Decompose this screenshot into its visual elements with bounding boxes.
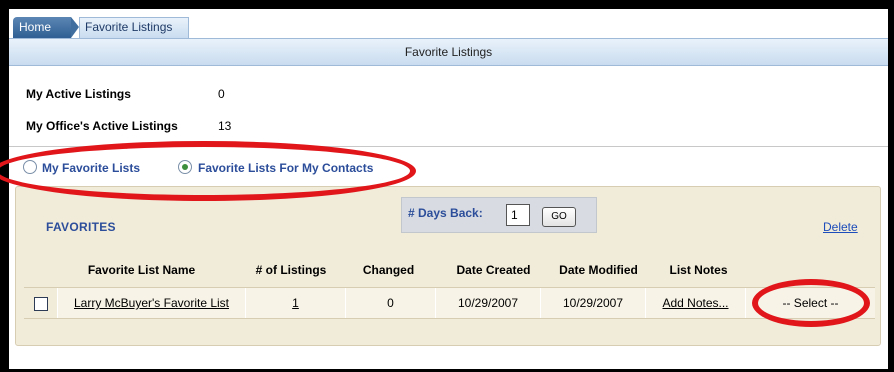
tab-home-label: Home — [19, 20, 52, 34]
my-active-listings-value: 0 — [218, 87, 225, 101]
date-created-cell: 10/29/2007 — [436, 288, 541, 318]
column-header-list-notes: List Notes — [669, 263, 728, 277]
favorites-heading: FAVORITES — [46, 220, 116, 234]
divider — [9, 146, 888, 147]
changed-cell: 0 — [346, 288, 436, 318]
list-name-cell: Larry McBuyer's Favorite List — [58, 288, 246, 318]
row-checkbox[interactable] — [34, 297, 48, 311]
listings-count-cell: 1 — [246, 288, 346, 318]
tab-favorite-listings[interactable]: Favorite Listings — [79, 17, 189, 38]
tab-bar: Home Favorite Listings — [9, 9, 888, 38]
action-select[interactable]: -- Select -- — [782, 296, 838, 310]
office-active-listings-value: 13 — [218, 119, 232, 133]
my-active-listings-label: My Active Listings — [26, 87, 131, 101]
date-modified-cell: 10/29/2007 — [541, 288, 646, 318]
column-header-changed: Changed — [362, 263, 415, 277]
days-back-box: # Days Back: GO — [401, 197, 597, 233]
office-active-listings-label: My Office's Active Listings — [26, 119, 178, 133]
listings-count-link[interactable]: 1 — [292, 296, 299, 310]
action-cell: -- Select -- — [746, 288, 875, 318]
my-favorite-lists-radio[interactable] — [23, 160, 37, 174]
column-header-date-created: Date Created — [456, 263, 531, 277]
delete-link[interactable]: Delete — [823, 220, 858, 234]
favorite-lists-for-contacts-label[interactable]: Favorite Lists For My Contacts — [198, 161, 373, 175]
column-header-listings: # of Listings — [255, 263, 327, 277]
column-header-list-name: Favorite List Name — [87, 263, 196, 277]
go-button[interactable]: GO — [542, 207, 576, 227]
breadcrumb-arrow-icon — [71, 17, 79, 38]
page-title: Favorite Listings — [9, 38, 888, 66]
favorites-panel: # Days Back: GO FAVORITES Delete Favorit… — [15, 186, 881, 346]
list-notes-cell: Add Notes... — [646, 288, 746, 318]
favorite-lists-for-contacts-radio[interactable] — [178, 160, 192, 174]
my-favorite-lists-label[interactable]: My Favorite Lists — [42, 161, 140, 175]
tab-favorite-listings-label: Favorite Listings — [85, 20, 173, 34]
days-back-input[interactable] — [506, 204, 530, 226]
table-row: Larry McBuyer's Favorite List 1 0 10/29/… — [24, 287, 875, 319]
column-header-date-modified: Date Modified — [559, 263, 638, 277]
favorite-list-link[interactable]: Larry McBuyer's Favorite List — [74, 296, 229, 310]
add-notes-link[interactable]: Add Notes... — [662, 296, 728, 310]
tab-home[interactable]: Home — [13, 17, 71, 38]
row-select-cell — [24, 288, 58, 318]
days-back-label: # Days Back: — [408, 206, 483, 220]
